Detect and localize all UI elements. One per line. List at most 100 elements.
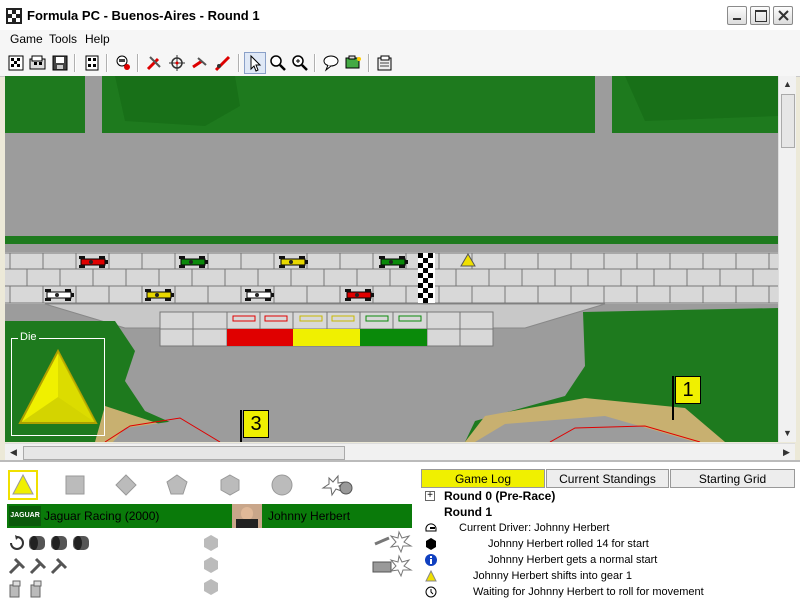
scroll-right-icon[interactable]: ▶ (778, 444, 795, 461)
minimize-icon (733, 18, 741, 20)
driver-name: Johnny Herbert (268, 509, 351, 523)
title-bar: Formula PC - Buenos-Aires - Round 1 (0, 0, 800, 31)
checkered-flag-icon (6, 8, 22, 24)
pit-lane (44, 303, 606, 347)
info-icon (425, 554, 437, 566)
access-road (85, 76, 102, 133)
save-game-icon[interactable] (50, 53, 70, 73)
tab-current-standings[interactable]: Current Standings (546, 469, 669, 488)
new-game-icon[interactable] (6, 53, 26, 73)
horizontal-scrollbar[interactable]: ◀ ▶ (5, 443, 795, 461)
clock-icon (425, 586, 437, 598)
log-entry: Current Driver: Johnny Herbert (421, 520, 797, 536)
square-icon[interactable] (60, 470, 90, 500)
maximize-button[interactable] (750, 6, 770, 25)
circle-icon[interactable] (267, 470, 297, 500)
log-text: Round 0 (Pre-Race) (444, 489, 556, 503)
die-icon (426, 538, 436, 550)
access-road (595, 76, 612, 133)
log-entry: Johnny Herbert rolled 14 for start (421, 536, 797, 552)
log-text: Current Driver: Johnny Herbert (459, 522, 610, 534)
close-button[interactable] (773, 6, 793, 25)
hexagon-icon[interactable] (215, 470, 245, 500)
triangle-icon (12, 473, 34, 495)
maximize-icon (755, 10, 767, 22)
die-triangle-icon[interactable] (16, 347, 100, 427)
diamond-icon[interactable] (111, 470, 141, 500)
target-icon[interactable] (167, 53, 187, 73)
menu-game[interactable]: Game (10, 32, 43, 46)
wrench-icons (8, 557, 68, 575)
log-text: Johnny Herbert shifts into gear 1 (473, 570, 632, 582)
grass-strip (5, 236, 778, 244)
wrench-icon[interactable] (190, 53, 210, 73)
zoom-fit-icon[interactable] (290, 53, 310, 73)
warning-triangle-icon (425, 570, 437, 582)
log-text: Round 1 (444, 505, 492, 519)
open-game-icon[interactable] (28, 53, 48, 73)
zoom-in-icon[interactable] (268, 53, 288, 73)
team-info-bar: JAGUAR Jaguar Racing (2000) Johnny Herbe… (7, 504, 412, 528)
scroll-left-icon[interactable]: ◀ (5, 444, 22, 461)
scroll-up-icon[interactable]: ▲ (779, 76, 796, 93)
log-entry: Waiting for Johnny Herbert to roll for m… (421, 584, 797, 598)
window-title: Formula PC - Buenos-Aires - Round 1 (27, 8, 260, 23)
toolbar-separator (74, 54, 76, 72)
toolbar-separator (106, 54, 108, 72)
log-entry: Johnny Herbert shifts into gear 1 (421, 568, 797, 584)
close-icon (778, 10, 789, 21)
die-label: Die (18, 331, 39, 343)
damage-engine-icon[interactable] (371, 530, 413, 554)
log-text: Johnny Herbert rolled 14 for start (488, 538, 649, 550)
toolbar-separator (314, 54, 316, 72)
brake-controls[interactable] (7, 556, 69, 576)
pointer-icon (250, 54, 262, 72)
scroll-down-icon[interactable]: ▼ (779, 425, 796, 442)
driver-icon[interactable] (113, 53, 133, 73)
fuel-icons (9, 580, 42, 598)
track-map (5, 76, 778, 442)
flag-label: 1 (675, 376, 701, 404)
expand-icon[interactable]: + (425, 491, 435, 501)
damage-body-icon[interactable] (371, 554, 413, 578)
tire-icon[interactable] (213, 53, 233, 73)
gear-icons (10, 535, 89, 550)
tab-game-log[interactable]: Game Log (421, 469, 545, 488)
camera-icon[interactable] (344, 53, 364, 73)
tree-cluster (625, 76, 778, 121)
driver-avatar (232, 504, 262, 528)
tab-starting-grid[interactable]: Starting Grid (670, 469, 795, 488)
toolbar-separator (238, 54, 240, 72)
log-entry: Johnny Herbert gets a normal start (421, 552, 797, 568)
menu-tools[interactable]: Tools (49, 32, 77, 46)
fuel-controls[interactable] (7, 579, 47, 599)
toolbar-separator (368, 54, 370, 72)
toolbar (0, 50, 800, 77)
team-logo: JAGUAR (9, 506, 41, 526)
flag-label: 3 (243, 410, 269, 438)
menu-bar: Game Tools Help (0, 30, 800, 50)
grid-icon[interactable] (82, 53, 102, 73)
die-shape-triangle-button[interactable] (8, 470, 38, 500)
minimize-button[interactable] (727, 6, 747, 25)
log-entry[interactable]: + Round 0 (Pre-Race) (421, 488, 797, 504)
vertical-scrollbar[interactable]: ▲ ▼ (778, 76, 796, 442)
pointer-tool-button[interactable] (244, 52, 266, 74)
game-log-panel: + Round 0 (Pre-Race) Round 1 Current Dri… (421, 488, 797, 598)
helmet-icon (425, 523, 437, 532)
die-panel: Die (11, 331, 105, 436)
log-text: Johnny Herbert gets a normal start (488, 554, 658, 566)
toolbar-separator (137, 54, 139, 72)
race-track-view[interactable]: 1 3 Die (5, 76, 778, 442)
chat-icon[interactable] (321, 53, 341, 73)
settings-icon[interactable] (375, 53, 395, 73)
gear-controls[interactable] (7, 533, 89, 553)
scroll-thumb[interactable] (781, 94, 795, 148)
scroll-thumb[interactable] (23, 446, 345, 460)
crash-icon[interactable] (319, 470, 357, 500)
menu-help[interactable]: Help (85, 32, 110, 46)
log-text: Waiting for Johnny Herbert to roll for m… (473, 586, 704, 598)
pit-icon[interactable] (144, 53, 164, 73)
pentagon-icon[interactable] (162, 470, 192, 500)
team-name: Jaguar Racing (2000) (44, 509, 160, 523)
